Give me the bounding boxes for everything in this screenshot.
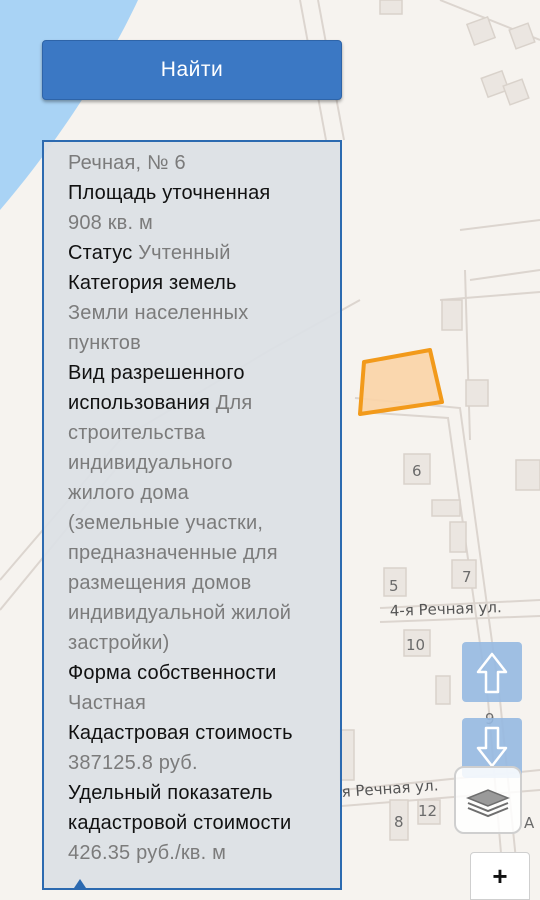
category-value-line-1: Земли населенных xyxy=(68,302,249,324)
permitted-use-value-line: индивидуального xyxy=(68,452,233,474)
layers-icon xyxy=(465,789,511,818)
permitted-use-value-first: Для xyxy=(215,392,253,414)
house-number-12: 12 xyxy=(418,802,437,820)
street-label-rechnaya: я Речная ул. xyxy=(341,776,439,801)
permitted-use-value-line: застройки) xyxy=(68,632,170,654)
permitted-use-value-line: предназначенные для xyxy=(68,542,278,564)
specific-value-label-line-1: Удельный показатель xyxy=(68,782,273,804)
category-label: Категория земель xyxy=(68,272,237,294)
edge-letter-label: А xyxy=(524,814,535,832)
search-button[interactable]: Найти xyxy=(42,40,342,100)
house-number-5: 5 xyxy=(389,577,399,595)
popup-pointer xyxy=(74,879,86,888)
specific-value: 426.35 руб./кв. м xyxy=(68,842,227,864)
ownership-value: Частная xyxy=(68,692,147,714)
house-number-8: 8 xyxy=(394,813,404,831)
area-value: 908 кв. м xyxy=(68,212,153,234)
layers-button[interactable] xyxy=(454,766,522,834)
permitted-use-value-line: (земельные участки, xyxy=(68,512,264,534)
address-tail: Речная, № 6 xyxy=(68,152,186,174)
status-row: Статус Учтенный xyxy=(68,238,330,268)
house-number-6: 6 xyxy=(412,462,422,480)
cadastral-value-label: Кадастровая стоимость xyxy=(68,722,293,744)
selected-parcel[interactable] xyxy=(358,348,444,416)
permitted-use-label-line-1: Вид разрешенного xyxy=(68,362,245,384)
house-number-10: 10 xyxy=(406,636,425,654)
street-label-4th-rechnaya: 4-я Речная ул. xyxy=(390,598,502,620)
buildings xyxy=(339,0,540,841)
zoom-in-button[interactable]: + xyxy=(470,852,530,900)
scroll-up-button[interactable] xyxy=(462,642,522,702)
category-value-line-2: пунктов xyxy=(68,332,141,354)
permitted-use-row: использования Для xyxy=(68,388,330,418)
specific-value-label-line-2: кадастровой стоимости xyxy=(68,812,292,834)
cut-off-line xyxy=(68,140,330,142)
parcel-info-popup: Речная, № 6 Площадь уточненная 908 кв. м… xyxy=(42,140,342,890)
cadastral-value: 387125.8 руб. xyxy=(68,752,198,774)
house-number-7: 7 xyxy=(462,568,472,586)
permitted-use-label-line-2: использования xyxy=(68,392,211,414)
permitted-use-value-line: размещения домов xyxy=(68,572,252,594)
permitted-use-value-line: жилого дома xyxy=(68,482,189,504)
arrow-up-icon xyxy=(476,652,508,694)
permitted-use-value-line: строительства xyxy=(68,422,206,444)
ownership-label: Форма собственности xyxy=(68,662,277,684)
permitted-use-value-line: индивидуальной жилой xyxy=(68,602,292,624)
area-label: Площадь уточненная xyxy=(68,182,271,204)
parcel-info-content: Речная, № 6 Площадь уточненная 908 кв. м… xyxy=(68,142,330,868)
status-label: Статус xyxy=(68,242,133,264)
status-value: Учтенный xyxy=(138,242,231,264)
